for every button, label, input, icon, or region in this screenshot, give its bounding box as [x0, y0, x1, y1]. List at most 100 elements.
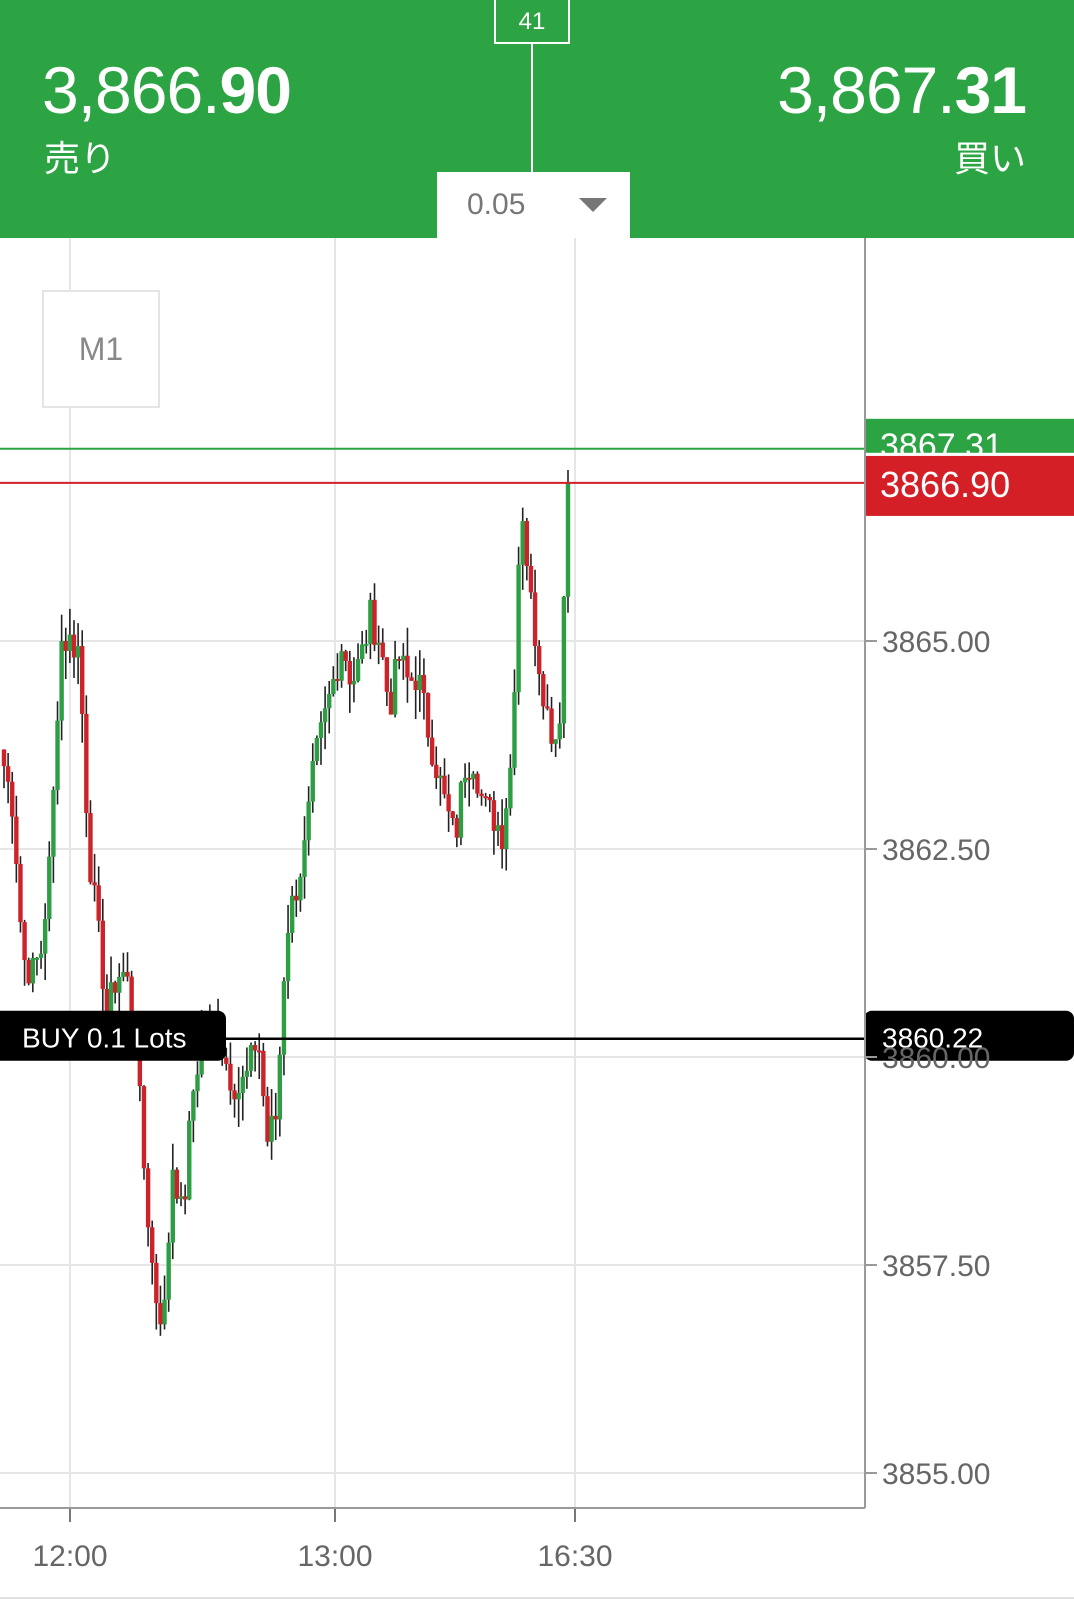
- candle-up: [364, 643, 369, 646]
- candle-up: [504, 808, 509, 850]
- candle-up: [30, 957, 36, 984]
- price-chart[interactable]: 3867.313866.90BUY 0.1 Lots 3860.22 3865.0…: [0, 238, 1074, 1611]
- timeframe-button[interactable]: M1: [42, 290, 160, 408]
- candle-down: [421, 674, 427, 693]
- candle-down: [145, 1168, 151, 1228]
- candle-down: [18, 863, 23, 923]
- y-tick-label: 3857.50: [882, 1250, 990, 1283]
- candle-down: [273, 1115, 278, 1120]
- candle-up: [565, 482, 571, 597]
- candle-down: [294, 895, 299, 901]
- candle-down: [499, 825, 505, 850]
- candle-down: [549, 708, 554, 744]
- candle-down: [425, 692, 431, 738]
- candle-up: [236, 1092, 241, 1100]
- candle-down: [483, 796, 488, 799]
- candle-up: [310, 761, 315, 802]
- candle-down: [10, 781, 15, 817]
- candle-up: [187, 1120, 192, 1200]
- candle-up: [392, 658, 398, 715]
- candle-down: [405, 655, 410, 678]
- candle-up: [67, 634, 73, 651]
- sell-price-main: 3,866.: [42, 53, 220, 127]
- candle-up: [108, 982, 114, 1014]
- x-tick-label: 13:00: [297, 1540, 372, 1573]
- candle-up: [458, 782, 464, 838]
- candle-down: [491, 800, 497, 831]
- candle-up: [269, 1115, 274, 1142]
- candle-up: [302, 840, 307, 878]
- candle-down: [545, 706, 550, 709]
- buy-price-main: 3,867.: [777, 53, 955, 127]
- y-tick-label: 3865.00: [882, 626, 990, 659]
- candle-up: [401, 655, 406, 661]
- candle-up: [47, 856, 52, 920]
- chevron-down-icon: [579, 198, 607, 212]
- candle-down: [112, 982, 118, 993]
- candle-up: [557, 723, 562, 740]
- y-tick-label: 3860.00: [882, 1042, 990, 1075]
- candle-up: [516, 564, 521, 693]
- candle-up: [166, 1242, 171, 1300]
- candle-down: [265, 1096, 270, 1142]
- sell-price[interactable]: 3,866.90: [42, 52, 292, 128]
- candle-up: [331, 679, 336, 695]
- candle-up: [117, 976, 122, 993]
- candle-up: [42, 919, 48, 954]
- candle-down: [92, 882, 97, 886]
- candle-down: [528, 565, 534, 593]
- candle-down: [524, 521, 530, 566]
- candle-down: [343, 651, 348, 661]
- candle-down: [409, 677, 414, 681]
- candle-down: [182, 1196, 188, 1200]
- candle-down: [100, 920, 106, 989]
- x-tick-label: 12:00: [32, 1540, 107, 1573]
- candle-up: [306, 801, 311, 841]
- candle-down: [1, 749, 7, 767]
- candle-down: [541, 674, 546, 707]
- candle-down: [63, 641, 68, 651]
- position-tag-label: BUY 0.1 Lots: [22, 1023, 186, 1054]
- candle-up: [351, 680, 357, 685]
- lot-size-value: 0.05: [467, 188, 526, 221]
- candle-up: [327, 694, 332, 709]
- sell-label[interactable]: 売り: [44, 140, 116, 180]
- candle-up: [417, 674, 422, 691]
- candle-down: [5, 766, 11, 782]
- chart-grid: [0, 238, 865, 1508]
- candle-up: [318, 722, 324, 738]
- candle-down: [372, 599, 377, 645]
- candle-down: [384, 657, 390, 692]
- candle-up: [314, 737, 320, 762]
- candle-down: [80, 646, 85, 714]
- lot-size-dropdown[interactable]: 0.05: [437, 172, 630, 238]
- candle-down: [22, 922, 27, 961]
- candle-up: [285, 932, 291, 982]
- buy-price[interactable]: 3,867.31: [777, 52, 1027, 128]
- candle-down: [380, 642, 385, 658]
- candle-down: [88, 813, 93, 883]
- candle-down: [26, 960, 31, 984]
- candle-up: [170, 1169, 175, 1243]
- candle-up: [520, 521, 525, 565]
- buy-label[interactable]: 買い: [954, 140, 1026, 180]
- candle-down: [232, 1090, 237, 1100]
- candle-down: [84, 713, 89, 814]
- candle-up: [355, 659, 361, 681]
- candle-down: [397, 658, 402, 661]
- candle-down: [228, 1063, 233, 1091]
- bid-price-label: 3866.90: [880, 464, 1010, 505]
- candle-down: [141, 1086, 147, 1169]
- candle-up: [289, 895, 295, 933]
- candle-down: [174, 1169, 180, 1199]
- candle-down: [252, 1045, 258, 1051]
- candle-up: [471, 773, 476, 780]
- candle-up: [339, 651, 344, 681]
- candle-up: [495, 825, 501, 831]
- candle-down: [150, 1227, 155, 1263]
- candle-up: [34, 957, 40, 960]
- candle-down: [487, 797, 492, 801]
- candle-down: [158, 1303, 163, 1325]
- candle-up: [553, 739, 558, 744]
- candle-up: [438, 775, 443, 779]
